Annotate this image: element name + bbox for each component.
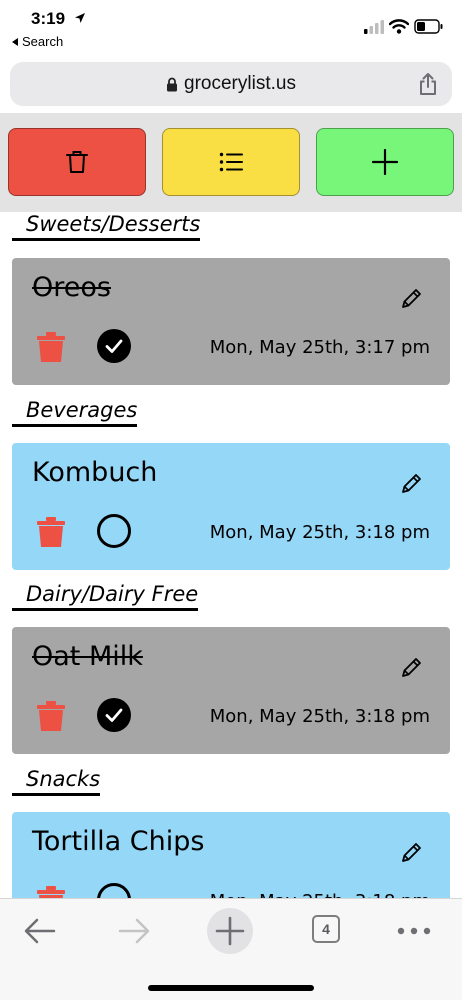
address-bar[interactable]: grocerylist.us <box>10 62 452 106</box>
pencil-icon[interactable] <box>400 471 424 495</box>
category-heading: Snacks <box>12 767 101 796</box>
battery-icon <box>414 19 443 34</box>
add-item-button[interactable] <box>316 128 454 196</box>
pencil-icon[interactable] <box>400 840 424 864</box>
back-to-app-link[interactable]: Search <box>12 34 63 49</box>
unchecked-circle-icon[interactable] <box>96 513 132 549</box>
status-bar: 3:19 Search <box>0 0 462 56</box>
lock-icon <box>167 77 178 91</box>
more-dots-icon <box>397 927 431 935</box>
list-item-card[interactable]: Kombuch Mon, May 25th, 3:18 pm <box>12 443 450 570</box>
delete-item-icon[interactable] <box>34 515 68 549</box>
url-text: grocerylist.us <box>184 73 296 94</box>
item-name: Oreos <box>32 272 111 303</box>
back-button[interactable] <box>10 909 70 953</box>
cellular-signal-icon <box>364 20 384 34</box>
forward-button[interactable] <box>104 909 164 953</box>
more-menu-button[interactable] <box>384 909 444 953</box>
list-item-card[interactable]: Oreos Mon, May 25th, 3:17 pm <box>12 258 450 385</box>
plus-icon <box>372 149 398 175</box>
pencil-icon[interactable] <box>400 286 424 310</box>
list-icon <box>219 152 243 172</box>
share-icon[interactable] <box>418 72 438 96</box>
tab-switcher-button[interactable]: 4 <box>312 915 340 943</box>
delete-item-icon[interactable] <box>34 330 68 364</box>
new-tab-button[interactable] <box>200 908 260 954</box>
back-arrow-icon <box>24 918 56 944</box>
home-indicator <box>148 985 314 991</box>
url-display: grocerylist.us <box>10 62 452 106</box>
delete-item-icon[interactable] <box>34 699 68 733</box>
list-item-card[interactable]: Oat Milk Mon, May 25th, 3:18 pm <box>12 627 450 754</box>
category-heading: Sweets/Desserts <box>12 212 201 241</box>
list-view-button[interactable] <box>162 128 300 196</box>
wifi-icon <box>389 19 409 34</box>
item-name: Kombuch <box>32 457 158 488</box>
item-name: Tortilla Chips <box>32 826 205 857</box>
app-toolbar <box>0 113 462 212</box>
category-heading: Beverages <box>12 398 138 427</box>
checked-circle-icon[interactable] <box>96 697 132 733</box>
back-triangle-icon <box>12 37 18 46</box>
item-timestamp: Mon, May 25th, 3:18 pm <box>209 522 430 543</box>
back-app-label: Search <box>22 34 64 49</box>
forward-arrow-icon <box>118 918 150 944</box>
checked-circle-icon[interactable] <box>96 328 132 364</box>
clock: 3:19 <box>31 9 66 28</box>
item-name: Oat Milk <box>32 641 143 672</box>
delete-checked-button[interactable] <box>8 128 146 196</box>
tab-count: 4 <box>322 921 330 937</box>
plus-circle-icon <box>207 908 253 954</box>
item-timestamp: Mon, May 25th, 3:17 pm <box>209 337 430 358</box>
category-heading: Dairy/Dairy Free <box>12 582 199 611</box>
item-timestamp: Mon, May 25th, 3:18 pm <box>209 706 430 727</box>
pencil-icon[interactable] <box>400 655 424 679</box>
location-arrow-icon <box>75 13 85 23</box>
trash-icon <box>66 151 88 173</box>
